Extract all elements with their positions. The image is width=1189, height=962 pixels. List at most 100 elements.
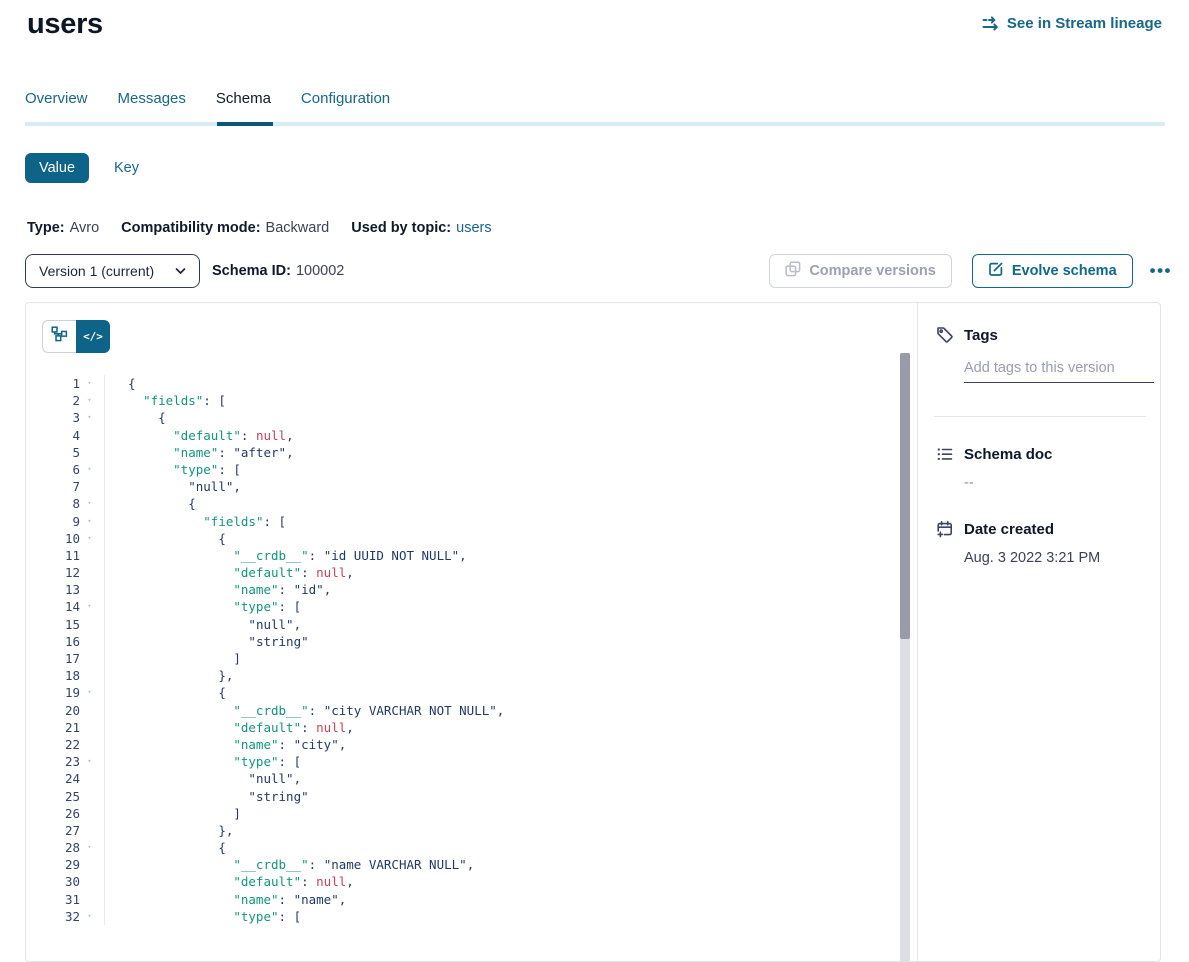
compare-versions-label: Compare versions (809, 263, 936, 279)
code-text[interactable]: "__crdb__": "name VARCHAR NULL", (104, 856, 474, 873)
code-text[interactable]: "type": [ (104, 753, 301, 770)
code-text[interactable]: "string" (104, 633, 309, 650)
more-options-button[interactable]: ••• (1150, 266, 1172, 276)
value-key-toggle: Value Key (25, 153, 139, 183)
fold-toggle-icon[interactable]: ▾ (80, 598, 99, 615)
code-text[interactable]: { (104, 684, 226, 701)
value-toggle-button[interactable]: Value (25, 153, 89, 183)
code-line: 1▾{ (42, 375, 917, 392)
fold-spacer (80, 581, 99, 598)
fold-toggle-icon[interactable]: ▾ (80, 839, 99, 856)
version-select[interactable]: Version 1 (current) (25, 254, 200, 288)
code-text[interactable]: "default": null, (104, 719, 354, 736)
schema-id-label: Schema ID: (212, 263, 291, 279)
code-text[interactable]: "null", (104, 478, 241, 495)
code-text[interactable]: "null", (104, 770, 301, 787)
fold-spacer (80, 805, 99, 822)
schema-type-label: Type: (27, 220, 65, 236)
line-number: 4 (42, 427, 80, 444)
tab-bar: Overview Messages Schema Configuration (25, 90, 1165, 126)
fold-spacer (80, 719, 99, 736)
fold-spacer (80, 616, 99, 633)
fold-toggle-icon[interactable]: ▾ (80, 375, 99, 392)
tab-configuration[interactable]: Configuration (301, 90, 390, 122)
fold-toggle-icon[interactable]: ▾ (80, 513, 99, 530)
fold-toggle-icon[interactable]: ▾ (80, 753, 99, 770)
fold-toggle-icon[interactable]: ▾ (80, 495, 99, 512)
topic-link[interactable]: users (456, 220, 491, 236)
code-text[interactable]: "null", (104, 616, 301, 633)
code-line: 17 ] (42, 650, 917, 667)
line-number: 3 (42, 409, 80, 426)
code-text[interactable]: "type": [ (104, 461, 241, 478)
stream-lineage-link[interactable]: See in Stream lineage (982, 15, 1162, 32)
code-view-button[interactable]: </> (76, 320, 110, 353)
code-text[interactable]: "name": "after", (104, 444, 294, 461)
code-text[interactable]: "type": [ (104, 598, 301, 615)
schema-doc-section: Schema doc -- (936, 446, 1146, 491)
fold-spacer (80, 478, 99, 495)
tab-messages[interactable]: Messages (118, 90, 186, 122)
code-text[interactable]: "__crdb__": "city VARCHAR NOT NULL", (104, 702, 504, 719)
code-line: 10▾ { (42, 530, 917, 547)
code-text[interactable]: }, (104, 822, 233, 839)
tree-view-button[interactable] (42, 320, 76, 353)
used-by-topic-label: Used by topic: (351, 220, 451, 236)
compare-icon (785, 261, 801, 281)
line-number: 14 (42, 598, 80, 615)
evolve-schema-label: Evolve schema (1012, 263, 1117, 279)
fold-toggle-icon[interactable]: ▾ (80, 530, 99, 547)
code-text[interactable]: { (104, 375, 136, 392)
code-text[interactable]: { (104, 839, 226, 856)
line-number: 31 (42, 891, 80, 908)
fold-toggle-icon[interactable]: ▾ (80, 392, 99, 409)
line-number: 24 (42, 770, 80, 787)
code-text[interactable]: "default": null, (104, 427, 294, 444)
code-text[interactable]: "name": "name", (104, 891, 346, 908)
code-text[interactable]: "name": "id", (104, 581, 331, 598)
fold-toggle-icon[interactable]: ▾ (80, 461, 99, 478)
compare-versions-button[interactable]: Compare versions (769, 254, 952, 288)
code-line: 2▾ "fields": [ (42, 392, 917, 409)
fold-toggle-icon[interactable]: ▾ (80, 684, 99, 701)
code-lines: 1▾{2▾ "fields": [3▾ {4 "default": null,5… (42, 375, 917, 925)
code-line: 16 "string" (42, 633, 917, 650)
evolve-schema-button[interactable]: Evolve schema (972, 254, 1133, 288)
code-text[interactable]: "fields": [ (104, 392, 226, 409)
code-text[interactable]: ] (104, 805, 241, 822)
code-text[interactable]: "fields": [ (104, 513, 286, 530)
code-text[interactable]: "name": "city", (104, 736, 346, 753)
editor-scrollbar-track[interactable] (900, 353, 910, 961)
code-text[interactable]: "string" (104, 788, 309, 805)
tree-view-icon (51, 326, 68, 347)
schema-panel: </> 1▾{2▾ "fields": [3▾ {4 "default": nu… (25, 302, 1161, 962)
code-line: 9▾ "fields": [ (42, 513, 917, 530)
tab-overview[interactable]: Overview (25, 90, 88, 122)
code-text[interactable]: "type": [ (104, 908, 301, 925)
line-number: 29 (42, 856, 80, 873)
code-text[interactable]: ] (104, 650, 241, 667)
tags-heading: Tags (936, 326, 1146, 344)
code-text[interactable]: { (104, 530, 226, 547)
code-line: 7 "null", (42, 478, 917, 495)
line-number: 16 (42, 633, 80, 650)
line-number: 17 (42, 650, 80, 667)
tab-schema[interactable]: Schema (216, 90, 271, 122)
editor-scrollbar-thumb[interactable] (900, 353, 910, 639)
list-icon (936, 446, 954, 463)
code-text[interactable]: { (104, 495, 196, 512)
fold-spacer (80, 650, 99, 667)
code-text[interactable]: "default": null, (104, 564, 354, 581)
tags-input[interactable] (964, 360, 1154, 383)
fold-toggle-icon[interactable]: ▾ (80, 409, 99, 426)
code-line: 4 "default": null, (42, 427, 917, 444)
code-text[interactable]: { (104, 409, 166, 426)
compatibility-mode: Compatibility mode:Backward (121, 220, 329, 236)
code-text[interactable]: "__crdb__": "id UUID NOT NULL", (104, 547, 467, 564)
fold-toggle-icon[interactable]: ▾ (80, 908, 99, 925)
code-text[interactable]: }, (104, 667, 233, 684)
fold-spacer (80, 427, 99, 444)
code-text[interactable]: "default": null, (104, 873, 354, 890)
key-toggle-button[interactable]: Key (114, 160, 139, 176)
date-created-heading-label: Date created (964, 521, 1054, 538)
